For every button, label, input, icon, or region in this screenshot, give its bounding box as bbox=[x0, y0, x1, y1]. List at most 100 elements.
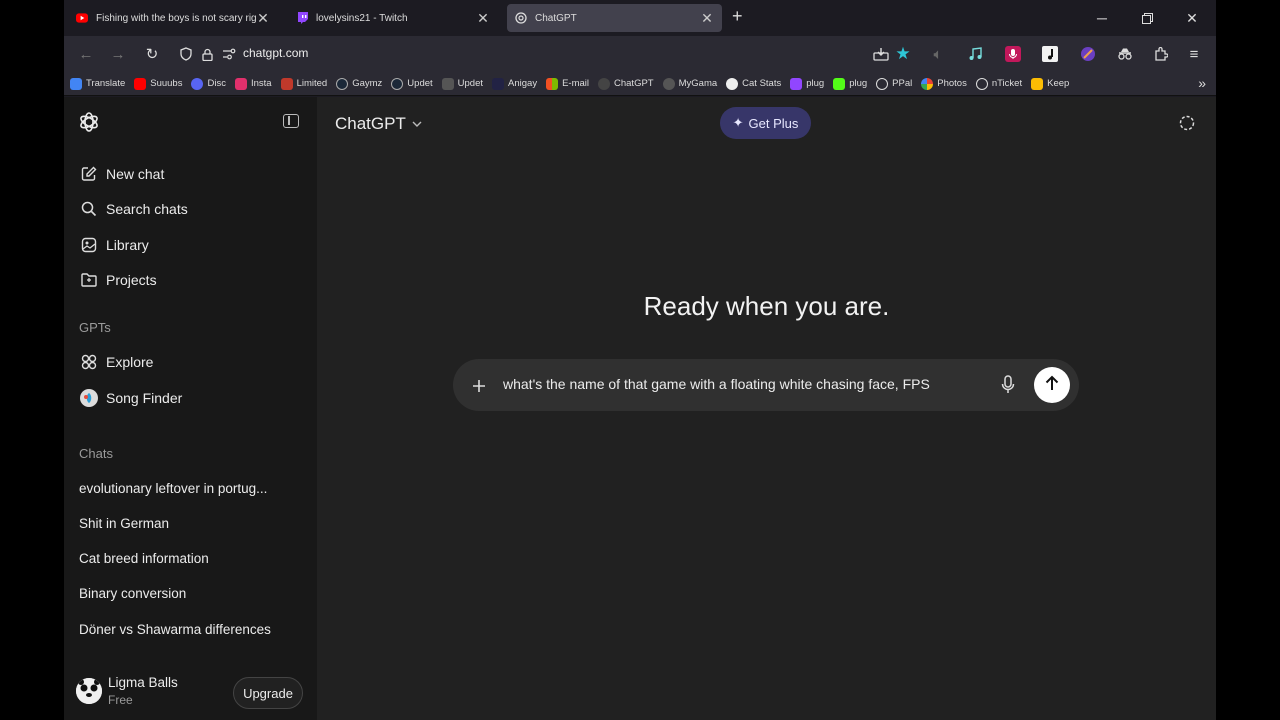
limited-icon bbox=[280, 77, 293, 90]
bookmark-label: Keep bbox=[1047, 78, 1070, 89]
avatar[interactable] bbox=[76, 678, 102, 704]
sparkle-icon: ✦ bbox=[732, 115, 744, 130]
bookmark-plug-twitch[interactable]: plug bbox=[790, 77, 824, 90]
permissions-icon[interactable] bbox=[219, 44, 239, 64]
nav-label: Library bbox=[106, 237, 149, 253]
bookmark-limited[interactable]: Limited bbox=[280, 77, 328, 90]
instagram-icon bbox=[234, 77, 247, 90]
library-button[interactable]: Library bbox=[80, 234, 149, 256]
bookmark-chatgpt[interactable]: ChatGPT bbox=[598, 77, 654, 90]
toggle-sidebar-icon[interactable] bbox=[283, 114, 299, 128]
upgrade-button[interactable]: Upgrade bbox=[233, 677, 303, 709]
bookmark-translate[interactable]: Translate bbox=[70, 77, 125, 90]
twitch-icon bbox=[296, 12, 308, 24]
discord-icon bbox=[191, 77, 204, 90]
bookmark-anigay[interactable]: Anigay bbox=[492, 77, 537, 90]
cat-icon bbox=[726, 77, 739, 90]
nav-label: Projects bbox=[106, 272, 157, 288]
search-chats-button[interactable]: Search chats bbox=[80, 198, 188, 220]
bookmark-label: Gaymz bbox=[352, 78, 383, 89]
restore-button[interactable] bbox=[1125, 4, 1169, 32]
bookmark-star-icon[interactable]: ★ bbox=[893, 44, 913, 64]
new-chat-button[interactable]: New chat bbox=[80, 163, 164, 185]
bookmark-gaymz[interactable]: Gaymz bbox=[336, 77, 383, 90]
model-selector[interactable]: ChatGPT bbox=[335, 114, 422, 134]
chat-history-item[interactable]: Cat breed information bbox=[79, 551, 209, 566]
bookmark-insta[interactable]: Insta bbox=[234, 77, 272, 90]
bookmark-label: Disc bbox=[207, 78, 226, 89]
new-tab-button[interactable]: + bbox=[732, 6, 743, 27]
library-icon bbox=[80, 236, 98, 254]
chat-history-item[interactable]: evolutionary leftover in portug... bbox=[79, 481, 267, 496]
extensions-icon[interactable] bbox=[1151, 44, 1171, 64]
nav-label: Search chats bbox=[106, 201, 188, 217]
close-tab-icon[interactable]: ✕ bbox=[256, 10, 270, 27]
bookmark-suuubs[interactable]: Suuubs bbox=[134, 77, 182, 90]
bookmark-updet-db[interactable]: Updet bbox=[441, 77, 484, 90]
url-bar[interactable]: chatgpt.com bbox=[243, 46, 308, 60]
folder-icon bbox=[80, 271, 98, 289]
back-icon[interactable]: ← bbox=[76, 44, 96, 64]
close-window-button[interactable]: ✕ bbox=[1170, 4, 1214, 32]
bookmark-plug-kick[interactable]: plug bbox=[833, 77, 867, 90]
chat-history-item[interactable]: Döner vs Shawarma differences bbox=[79, 622, 271, 637]
microphone-icon[interactable] bbox=[1001, 375, 1015, 395]
send-button[interactable] bbox=[1034, 367, 1070, 403]
projects-button[interactable]: Projects bbox=[80, 269, 157, 291]
shield-icon[interactable] bbox=[176, 44, 196, 64]
openai-logo-icon[interactable] bbox=[78, 111, 100, 133]
chat-history-item[interactable]: Binary conversion bbox=[79, 586, 186, 601]
more-bookmarks-icon[interactable]: » bbox=[1198, 75, 1206, 91]
gpt-label: Song Finder bbox=[106, 390, 183, 406]
blocker-extension-icon[interactable] bbox=[1078, 44, 1098, 64]
bookmark-cat-stats[interactable]: Cat Stats bbox=[726, 77, 782, 90]
prompt-input[interactable]: what's the name of that game with a floa… bbox=[503, 376, 985, 392]
bookmark-nticket[interactable]: nTicket bbox=[975, 77, 1022, 90]
bookmark-email[interactable]: E-mail bbox=[546, 77, 589, 90]
download-icon[interactable] bbox=[871, 44, 891, 64]
tab-chatgpt[interactable]: ChatGPT ✕ bbox=[507, 4, 722, 32]
navigation-toolbar: ← → ↻ chatgpt.com ★ 🔈︎ ≡ bbox=[64, 36, 1216, 72]
menu-icon[interactable]: ≡ bbox=[1184, 44, 1204, 64]
reload-icon[interactable]: ↻ bbox=[142, 44, 162, 64]
bookmark-label: PPal bbox=[892, 78, 913, 89]
bookmark-photos[interactable]: Photos bbox=[921, 77, 967, 90]
tab-title: ChatGPT bbox=[535, 12, 577, 24]
bookmark-label: Updet bbox=[407, 78, 433, 89]
notes-extension-icon[interactable] bbox=[1040, 44, 1060, 64]
bookmark-keep[interactable]: Keep bbox=[1031, 77, 1070, 90]
close-tab-icon[interactable]: ✕ bbox=[700, 10, 714, 27]
bookmark-label: Limited bbox=[296, 78, 328, 89]
close-tab-icon[interactable]: ✕ bbox=[476, 10, 490, 27]
temporary-chat-icon[interactable] bbox=[1179, 115, 1195, 131]
bookmark-label: Updet bbox=[457, 78, 484, 89]
search-icon bbox=[80, 200, 98, 218]
steam-icon bbox=[336, 77, 349, 90]
bookmark-label: Photos bbox=[937, 78, 967, 89]
get-plus-button[interactable]: ✦ Get Plus bbox=[720, 107, 811, 139]
bookmark-label: Cat Stats bbox=[742, 78, 782, 89]
speaker-icon[interactable]: 🔈︎ bbox=[928, 44, 948, 64]
chat-history-item[interactable]: Shit in German bbox=[79, 516, 169, 531]
user-name: Ligma Balls bbox=[108, 675, 178, 690]
bookmark-updet-steam[interactable]: Updet bbox=[391, 77, 433, 90]
bookmark-label: E-mail bbox=[562, 78, 589, 89]
database-icon bbox=[441, 77, 454, 90]
user-account[interactable]: Ligma Balls Free Upgrade bbox=[76, 674, 306, 710]
bookmark-mygama[interactable]: MyGama bbox=[662, 77, 717, 90]
forward-icon[interactable]: → bbox=[108, 44, 128, 64]
minimize-button[interactable]: ─ bbox=[1080, 4, 1124, 32]
incognito-extension-icon[interactable] bbox=[1115, 44, 1135, 64]
song-finder-gpt[interactable]: Song Finder bbox=[80, 387, 182, 409]
microphone-extension-icon[interactable] bbox=[1003, 44, 1023, 64]
tab-title: Fishing with the boys is not scary right bbox=[96, 12, 256, 24]
prompt-composer[interactable]: what's the name of that game with a floa… bbox=[453, 359, 1079, 411]
add-attachment-icon[interactable] bbox=[471, 372, 487, 400]
music-extension-icon[interactable] bbox=[966, 44, 986, 64]
lock-icon[interactable] bbox=[197, 44, 217, 64]
tab-youtube[interactable]: Fishing with the boys is not scary right… bbox=[68, 4, 278, 32]
bookmark-disc[interactable]: Disc bbox=[191, 77, 226, 90]
explore-gpts-button[interactable]: Explore bbox=[80, 351, 153, 373]
bookmark-ppal[interactable]: PPal bbox=[876, 77, 913, 90]
tab-twitch[interactable]: lovelysins21 - Twitch ✕ bbox=[288, 4, 498, 32]
